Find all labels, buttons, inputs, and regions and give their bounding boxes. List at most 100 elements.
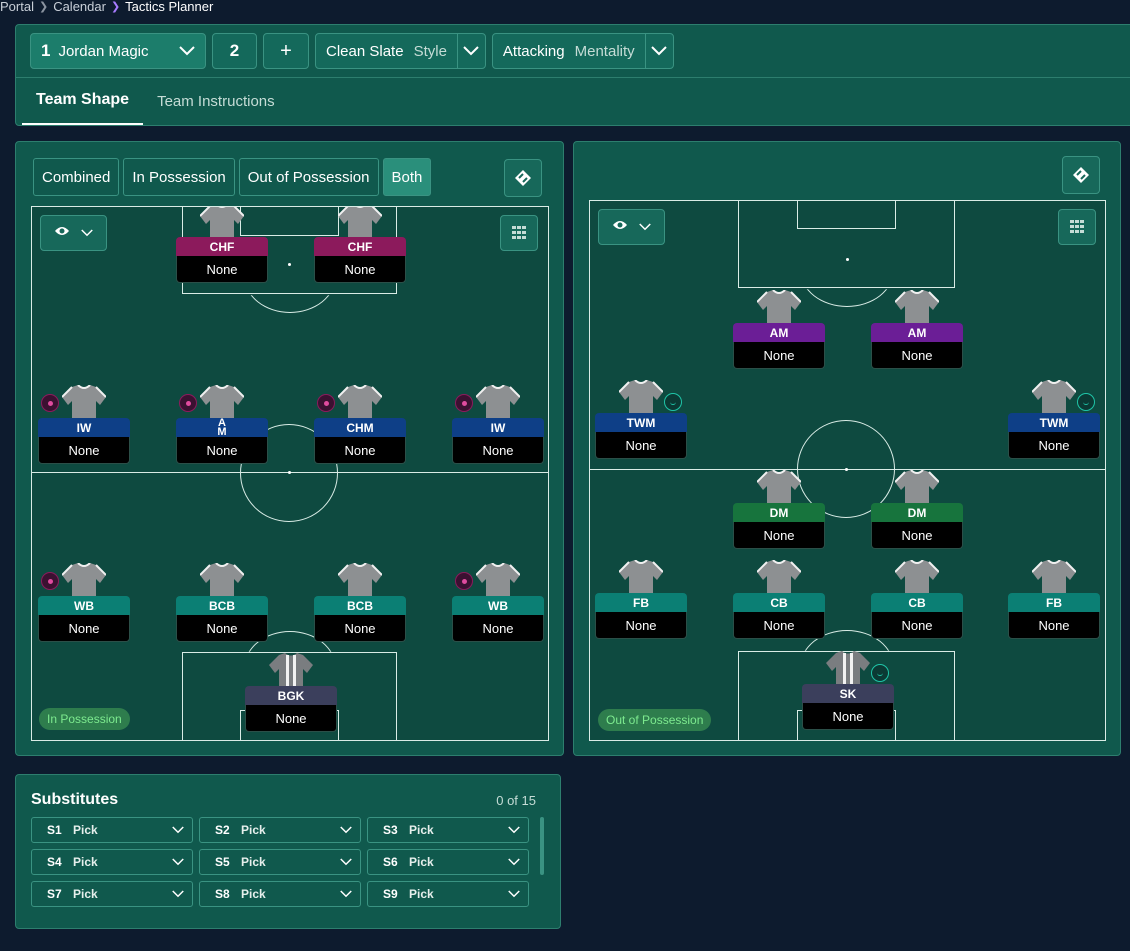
swap-icon[interactable] <box>1062 156 1100 194</box>
shirt-icon <box>756 469 802 506</box>
substitute-slot-label: S1 <box>47 823 62 837</box>
pitch-out-of-possession: Out of Possession AM None AM None TWM None TWM… <box>589 200 1106 741</box>
mentality-selector[interactable]: Attacking Mentality <box>491 33 674 69</box>
player-name: None <box>802 703 894 730</box>
penalty-spot-top <box>288 263 291 266</box>
player-role: BCB <box>176 596 268 615</box>
eye-icon <box>612 218 628 236</box>
tab-team-instructions[interactable]: Team Instructions <box>143 77 289 125</box>
substitute-dropdown[interactable]: S1 Pick <box>31 817 193 843</box>
substitute-dropdown[interactable]: S8 Pick <box>199 881 361 907</box>
breadcrumb-calendar[interactable]: Calendar <box>53 0 106 14</box>
player-slot[interactable]: AMNone <box>733 289 825 370</box>
shirt-icon <box>61 384 107 421</box>
substitute-dropdown[interactable]: S3 Pick <box>367 817 529 843</box>
player-role: SK <box>802 684 894 703</box>
substitutes-scrollbar[interactable] <box>540 817 544 875</box>
substitute-dropdown[interactable]: S2 Pick <box>199 817 361 843</box>
tab-team-shape[interactable]: Team Shape <box>22 77 144 125</box>
player-slot[interactable]: BCB None <box>314 562 406 643</box>
player-name: None <box>595 432 687 459</box>
player-slot[interactable]: CHM None <box>314 384 406 465</box>
player-slot[interactable]: BCB None <box>176 562 268 643</box>
player-role: AM <box>733 323 825 342</box>
player-slot[interactable]: WB None <box>38 562 130 643</box>
player-slot[interactable]: CB None <box>871 559 963 640</box>
substitute-dropdown[interactable]: S6 Pick <box>367 849 529 875</box>
player-name: None <box>871 612 963 639</box>
formation-grid-icon[interactable] <box>500 215 538 251</box>
shirt-icon <box>826 651 870 687</box>
player-role: CHM <box>314 418 406 437</box>
substitutes-panel: Substitutes 0 of 15 S1 Pick S2 Pick S3 Pick S4… <box>15 774 561 929</box>
player-slot[interactable]: AMNone <box>176 384 268 465</box>
player-slot[interactable]: BGK None <box>245 653 337 733</box>
substitute-dropdown[interactable]: S9 Pick <box>367 881 529 907</box>
player-role: CB <box>733 593 825 612</box>
mentality-value: Attacking <box>502 42 565 60</box>
view-mode-both[interactable]: Both <box>382 158 432 196</box>
player-slot[interactable]: IW None <box>38 384 130 465</box>
visibility-toggle[interactable] <box>598 209 665 245</box>
substitute-slot-label: S7 <box>47 887 62 901</box>
view-mode-combined[interactable]: Combined <box>33 158 120 196</box>
player-slot[interactable]: IW None <box>452 384 544 465</box>
player-slot[interactable]: DM None <box>871 469 963 550</box>
player-slot[interactable]: WB None <box>452 562 544 643</box>
player-slot[interactable]: CHF None <box>176 207 268 284</box>
player-slot[interactable]: SK None <box>802 651 894 731</box>
player-slot[interactable]: CHF None <box>314 207 406 284</box>
substitute-value: Pick <box>73 887 98 901</box>
role-marker-icon <box>455 394 473 412</box>
substitute-value: Pick <box>409 823 434 837</box>
phase-badge: Out of Possession <box>598 709 712 731</box>
add-tactic-button[interactable]: + <box>263 33 309 69</box>
role-marker-icon <box>871 664 889 682</box>
shirt-icon <box>475 562 521 599</box>
player-role: WB <box>38 596 130 615</box>
tactics-toolbar: 1 Jordan Magic 2 + Clean Slate Style Atta… <box>15 24 1130 126</box>
shirt-icon <box>894 289 940 326</box>
style-selector[interactable]: Clean Slate Style <box>315 33 486 69</box>
player-slot[interactable]: FB None <box>595 559 687 640</box>
player-name: None <box>733 522 825 549</box>
player-role: TWM <box>1008 413 1100 432</box>
chevron-down-icon[interactable] <box>644 34 673 68</box>
view-mode-out-of-possession[interactable]: Out of Possession <box>238 158 379 196</box>
player-role: CB <box>871 593 963 612</box>
player-slot[interactable]: TWM None <box>1008 379 1100 460</box>
player-name: None <box>871 342 963 369</box>
substitute-dropdown[interactable]: S4 Pick <box>31 849 193 875</box>
substitute-value: Pick <box>73 823 98 837</box>
player-name: None <box>314 615 406 642</box>
shirt-icon <box>199 207 245 240</box>
formation-grid-icon[interactable] <box>1058 209 1096 245</box>
player-name: None <box>245 705 337 732</box>
player-role: BGK <box>245 686 337 705</box>
player-slot[interactable]: CB None <box>733 559 825 640</box>
substitutes-count: 0 of 15 <box>496 793 536 808</box>
out-of-possession-panel: Out of Possession AM None AM None TWM None TWM… <box>573 141 1121 756</box>
tactic-slot-2-button[interactable]: 2 <box>212 33 257 69</box>
team-selector[interactable]: 1 Jordan Magic <box>30 33 206 69</box>
player-role: FB <box>1008 593 1100 612</box>
view-mode-in-possession[interactable]: In Possession <box>123 158 235 196</box>
chevron-down-icon[interactable] <box>456 34 485 68</box>
player-name: None <box>176 256 268 283</box>
breadcrumb-portal[interactable]: Portal <box>0 0 34 14</box>
player-name: None <box>1008 612 1100 639</box>
visibility-toggle[interactable] <box>40 215 107 251</box>
player-slot[interactable]: TWM None <box>595 379 687 460</box>
player-slot[interactable]: DM None <box>733 469 825 550</box>
shirt-icon <box>199 562 245 599</box>
role-marker-icon <box>664 393 682 411</box>
player-slot[interactable]: AMNone <box>871 289 963 370</box>
substitute-slot-label: S3 <box>383 823 398 837</box>
substitute-dropdown[interactable]: S7 Pick <box>31 881 193 907</box>
substitute-dropdown[interactable]: S5 Pick <box>199 849 361 875</box>
chevron-right-icon: ❯ <box>110 0 121 13</box>
player-slot[interactable]: FB None <box>1008 559 1100 640</box>
team-name: Jordan Magic <box>58 43 149 60</box>
swap-icon[interactable] <box>504 159 542 197</box>
player-name: None <box>176 615 268 642</box>
